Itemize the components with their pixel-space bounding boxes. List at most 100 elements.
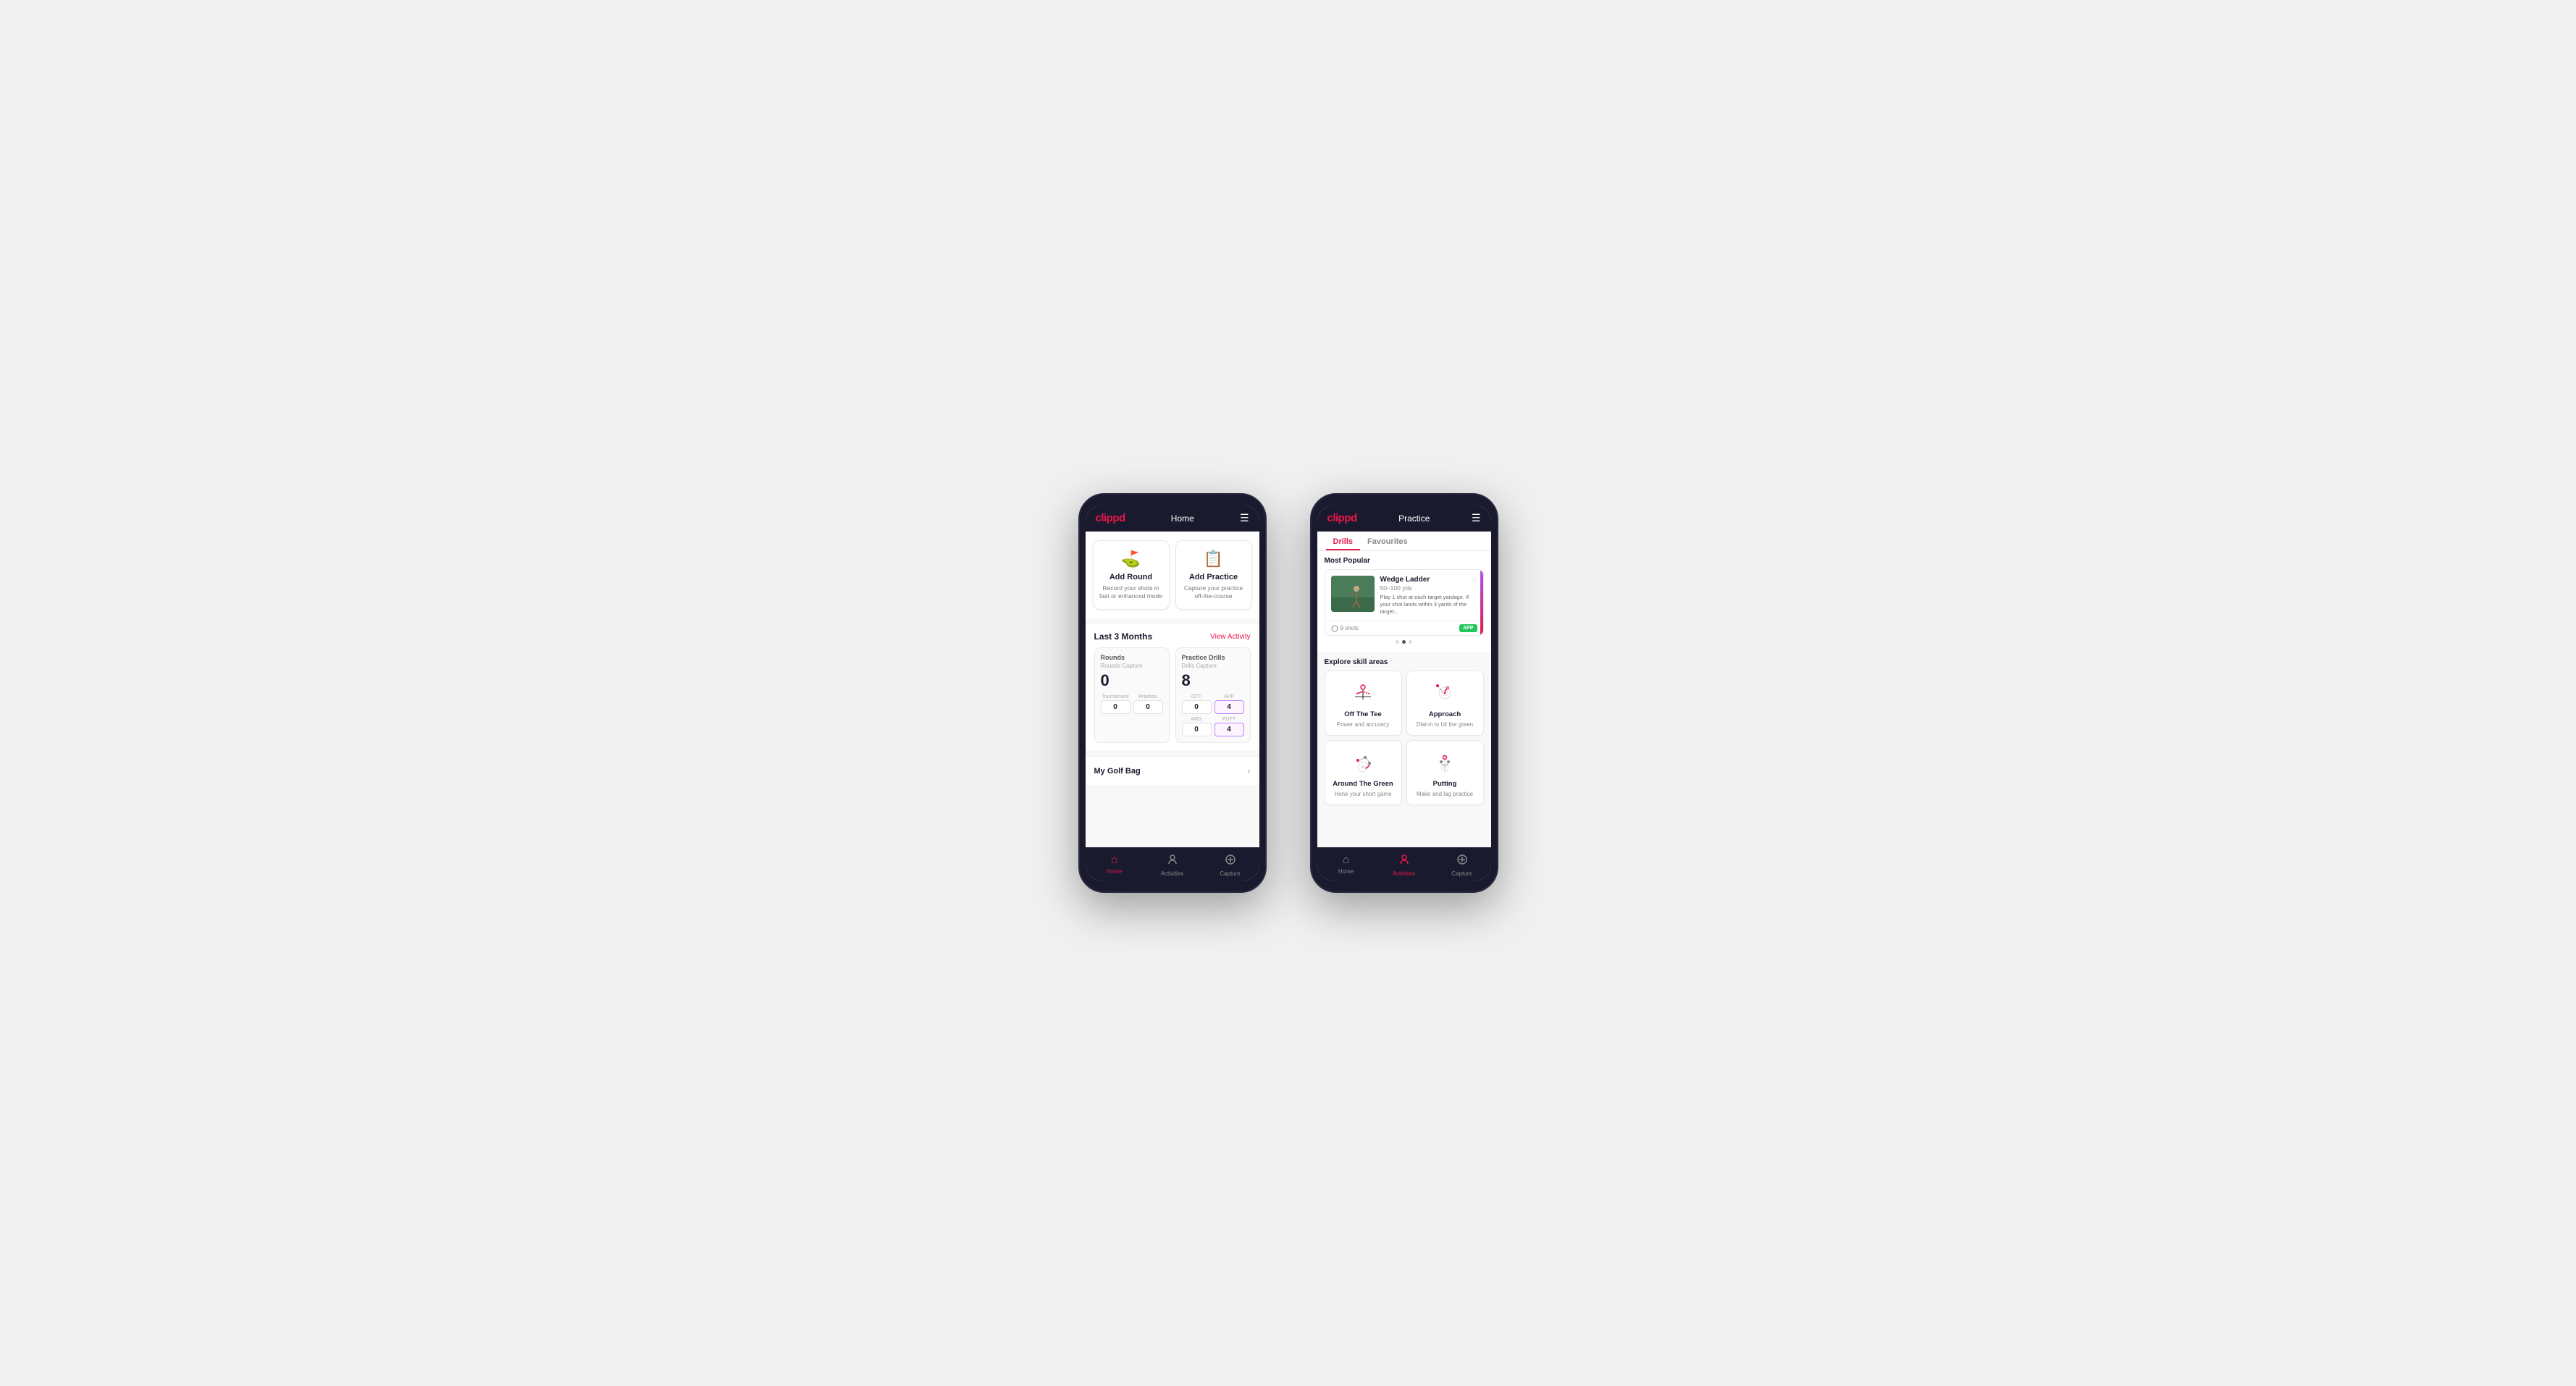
golf-bag-label: My Golf Bag (1094, 767, 1141, 776)
putt-label: PUTT (1214, 717, 1244, 722)
home-header: clippd Home ☰ (1086, 505, 1259, 532)
drill-card-content: Wedge Ladder 50–100 yds Play 1 shot at e… (1325, 570, 1483, 621)
ott-cell: OTT 0 (1182, 694, 1212, 714)
explore-label: Explore skill areas (1325, 658, 1484, 666)
app-label: APP (1214, 694, 1244, 700)
ott-label: OTT (1182, 694, 1212, 700)
add-practice-desc: Capture your practice off-the-course (1182, 584, 1246, 600)
add-practice-title: Add Practice (1189, 573, 1238, 581)
chevron-right-icon: › (1247, 765, 1250, 776)
add-practice-card[interactable]: 📋 Add Practice Capture your practice off… (1175, 540, 1252, 610)
tournament-label: Tournament (1101, 694, 1130, 700)
off-tee-icon-area (1348, 679, 1377, 707)
drills-col: Practice Drills Drills Capture 8 OTT 0 A… (1175, 647, 1251, 743)
drill-app-badge: APP (1459, 624, 1477, 632)
practice-header: clippd Practice ☰ (1317, 505, 1491, 532)
nav-home[interactable]: ⌂ Home (1086, 848, 1144, 881)
practice-bottom-nav: ⌂ Home Activities Capture (1317, 847, 1491, 881)
approach-desc: Dial-in to hit the green (1417, 721, 1473, 728)
drill-shots-label: 9 shots (1331, 625, 1359, 632)
capture-nav-label: Capture (1220, 870, 1240, 877)
practice-header-title: Practice (1398, 513, 1430, 524)
stats-header: Last 3 Months View Activity (1094, 631, 1251, 642)
drill-thumbnail (1331, 576, 1375, 612)
skill-card-around-green[interactable]: Around The Green Hone your short game (1325, 740, 1402, 805)
skill-card-putting[interactable]: Putting Make and lag practice (1406, 740, 1484, 805)
off-tee-name: Off The Tee (1344, 710, 1382, 718)
practice-logo: clippd (1327, 512, 1357, 524)
drills-capture-label: Drills Capture (1182, 663, 1244, 669)
phone-practice: clippd Practice ☰ Drills Favourites Most… (1310, 493, 1498, 893)
home-bottom-nav: ⌂ Home Activities Capture (1086, 847, 1259, 881)
add-round-card[interactable]: ⛳ Add Round Record your shots in fast or… (1093, 540, 1170, 610)
practice-label: Practice (1133, 694, 1163, 700)
drills-col-title: Practice Drills (1182, 654, 1244, 661)
practice-nav-home[interactable]: ⌂ Home (1317, 848, 1375, 881)
skill-areas-section: Explore skill areas (1317, 652, 1491, 811)
add-round-title: Add Round (1109, 573, 1152, 581)
golf-bag-row[interactable]: My Golf Bag › (1086, 756, 1259, 785)
rounds-capture-label: Rounds Capture (1101, 663, 1163, 669)
arg-label: ARG (1182, 717, 1212, 722)
stats-section: Last 3 Months View Activity Rounds Round… (1086, 624, 1259, 750)
app-cell: APP 4 (1214, 694, 1244, 714)
putt-cell: PUTT 4 (1214, 717, 1244, 736)
home-nav-label: Home (1107, 868, 1122, 875)
action-cards-container: ⛳ Add Round Record your shots in fast or… (1086, 532, 1259, 618)
nav-activities[interactable]: Activities (1144, 848, 1201, 881)
putting-name: Putting (1433, 780, 1457, 788)
around-green-name: Around The Green (1333, 780, 1393, 788)
add-practice-icon: 📋 (1204, 550, 1223, 568)
dot-2 (1402, 640, 1406, 644)
dot-1 (1396, 640, 1399, 644)
drill-info: Wedge Ladder 50–100 yds Play 1 shot at e… (1380, 576, 1477, 615)
add-round-icon: ⛳ (1121, 550, 1141, 568)
nav-capture[interactable]: Capture (1201, 848, 1259, 881)
hamburger-icon[interactable]: ☰ (1240, 512, 1249, 524)
drill-side-bar (1480, 570, 1483, 635)
home-nav-icon: ⌂ (1111, 854, 1118, 867)
practice-hamburger-icon[interactable]: ☰ (1472, 512, 1481, 524)
drill-dots (1325, 636, 1484, 647)
activities-nav-icon (1167, 854, 1178, 869)
capture-nav-icon (1225, 854, 1236, 869)
around-green-icon-area (1348, 748, 1377, 777)
tab-drills[interactable]: Drills (1326, 532, 1361, 550)
skill-card-off-tee[interactable]: Off The Tee Power and accuracy (1325, 671, 1402, 736)
star-icon[interactable]: ☆ (1471, 574, 1479, 584)
drill-name: Wedge Ladder (1380, 576, 1477, 584)
add-round-desc: Record your shots in fast or enhanced mo… (1099, 584, 1163, 600)
activities-nav-label: Activities (1161, 870, 1184, 877)
off-tee-desc: Power and accuracy (1337, 721, 1389, 728)
phone-home: clippd Home ☰ ⛳ Add Round Record your sh… (1078, 493, 1267, 893)
tournament-value: 0 (1101, 700, 1130, 714)
practice-home-icon: ⌂ (1343, 854, 1350, 867)
approach-icon-area (1430, 679, 1459, 707)
drill-footer: 9 shots APP (1325, 621, 1483, 635)
drills-big-number: 8 (1182, 671, 1244, 690)
skill-grid: Off The Tee Power and accuracy (1325, 671, 1484, 805)
practice-capture-icon (1456, 854, 1468, 869)
skill-card-approach[interactable]: Approach Dial-in to hit the green (1406, 671, 1484, 736)
practice-tabs: Drills Favourites (1317, 532, 1491, 551)
practice-nav-capture[interactable]: Capture (1433, 848, 1491, 881)
rounds-sub-grid: Tournament 0 Practice 0 (1101, 694, 1163, 714)
drills-sub-grid-2: ARG 0 PUTT 4 (1182, 717, 1244, 736)
practice-content: Most Popular (1317, 551, 1491, 847)
dot-3 (1409, 640, 1412, 644)
drill-card[interactable]: Wedge Ladder 50–100 yds Play 1 shot at e… (1325, 569, 1484, 636)
practice-nav-activities[interactable]: Activities (1375, 848, 1433, 881)
practice-activities-icon (1398, 854, 1410, 869)
practice-value: 0 (1133, 700, 1163, 714)
view-activity-link[interactable]: View Activity (1210, 633, 1250, 641)
home-logo: clippd (1096, 512, 1125, 524)
tab-favourites[interactable]: Favourites (1360, 532, 1415, 550)
drill-range: 50–100 yds (1380, 584, 1477, 592)
rounds-big-number: 0 (1101, 671, 1163, 690)
putting-icon-area (1430, 748, 1459, 777)
around-green-desc: Hone your short game (1334, 791, 1391, 797)
practice-capture-label: Capture (1451, 870, 1472, 877)
putting-desc: Make and lag practice (1417, 791, 1473, 797)
practice-cell: Practice 0 (1133, 694, 1163, 714)
approach-name: Approach (1429, 710, 1461, 718)
